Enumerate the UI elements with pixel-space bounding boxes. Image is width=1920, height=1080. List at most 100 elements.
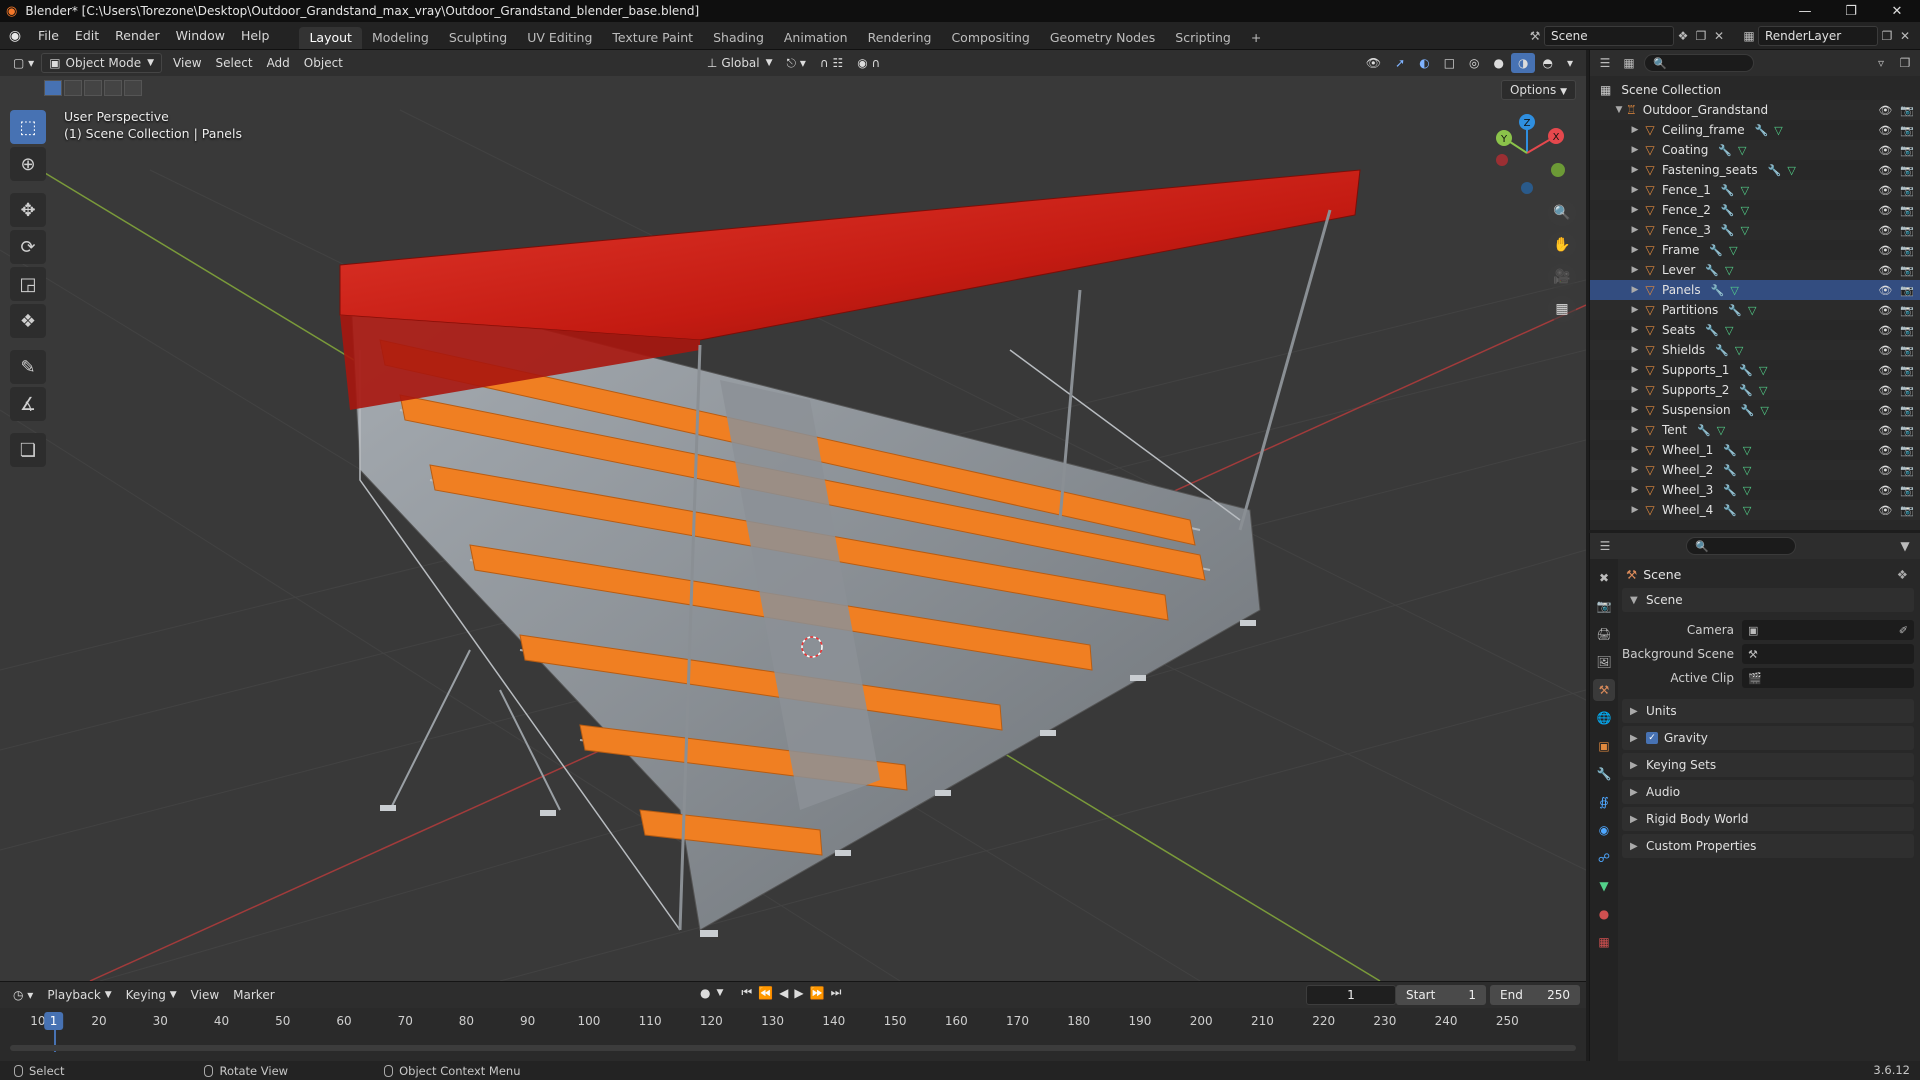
chevron-right-icon[interactable]: ▶ bbox=[1628, 405, 1642, 415]
gravity-checkbox[interactable]: ✓ bbox=[1646, 732, 1658, 744]
panel-custom-properties-header[interactable]: ▶ Custom Properties bbox=[1622, 834, 1914, 858]
camera-icon[interactable]: 📷 bbox=[1900, 304, 1914, 317]
camera-icon[interactable]: 📷 bbox=[1900, 464, 1914, 477]
modifier-wrench-icon[interactable]: 🔧 bbox=[1755, 124, 1769, 137]
menu-marker[interactable]: Marker bbox=[226, 985, 281, 1005]
editor-type-icon[interactable]: ☰ bbox=[1596, 537, 1614, 555]
tree-item-object[interactable]: ▶ ▽ Panels 🔧 ▽ 👁 📷 bbox=[1590, 280, 1920, 300]
transform-orientation-dropdown[interactable]: ⊥ Global ▼ bbox=[700, 53, 780, 73]
modifier-wrench-icon[interactable]: 🔧 bbox=[1697, 424, 1711, 437]
outliner-search-input[interactable]: 🔍 bbox=[1644, 54, 1754, 72]
minimize-button[interactable]: — bbox=[1782, 0, 1828, 22]
texture-tab-icon[interactable]: ▦ bbox=[1593, 931, 1615, 953]
proportional-edit-icon[interactable]: ◉ ∩ bbox=[850, 53, 887, 73]
scale-tool-icon[interactable]: ◲ bbox=[10, 267, 46, 301]
eye-icon[interactable]: 👁 bbox=[1878, 184, 1892, 197]
start-frame-field[interactable]: Start 1 bbox=[1396, 985, 1486, 1005]
background-scene-field[interactable]: ⚒ bbox=[1742, 644, 1914, 664]
panel-scene-header[interactable]: ▼ Scene bbox=[1622, 588, 1914, 612]
modifier-wrench-icon[interactable]: 🔧 bbox=[1768, 164, 1782, 177]
panel-units-header[interactable]: ▶ Units bbox=[1622, 699, 1914, 723]
pan-hand-icon[interactable]: ✋ bbox=[1548, 232, 1576, 258]
camera-icon[interactable]: 📷 bbox=[1900, 424, 1914, 437]
tree-item-object[interactable]: ▶ ▽ Wheel_2 🔧 ▽ 👁 📷 bbox=[1590, 460, 1920, 480]
select-invert-button[interactable] bbox=[104, 80, 122, 96]
modifier-wrench-icon[interactable]: 🔧 bbox=[1705, 264, 1719, 277]
mesh-data-icon[interactable]: ▽ bbox=[1760, 404, 1768, 417]
properties-search-input[interactable]: 🔍 bbox=[1686, 537, 1796, 555]
jump-start-icon[interactable]: ⏮ bbox=[741, 985, 752, 1000]
camera-icon[interactable]: 📷 bbox=[1900, 404, 1914, 417]
data-tab-icon[interactable]: ▼ bbox=[1593, 875, 1615, 897]
panel-keying-sets-header[interactable]: ▶ Keying Sets bbox=[1622, 753, 1914, 777]
editor-type-button[interactable]: ▢ ▾ bbox=[6, 53, 41, 73]
new-collection-icon[interactable]: ❐ bbox=[1896, 54, 1914, 72]
mesh-data-icon[interactable]: ▽ bbox=[1774, 124, 1782, 137]
tree-item-object[interactable]: ▶ ▽ Frame 🔧 ▽ 👁 📷 bbox=[1590, 240, 1920, 260]
camera-icon[interactable]: 📷 bbox=[1900, 344, 1914, 357]
eye-icon[interactable]: 👁 bbox=[1878, 104, 1892, 117]
add-workspace-button[interactable]: + bbox=[1241, 27, 1271, 49]
eye-icon[interactable]: 👁 bbox=[1878, 484, 1892, 497]
camera-field[interactable]: ▣ ✐ bbox=[1742, 620, 1914, 640]
camera-icon[interactable]: 📷 bbox=[1900, 504, 1914, 517]
eye-icon[interactable]: 👁 bbox=[1878, 284, 1892, 297]
ortho-grid-icon[interactable]: ▦ bbox=[1548, 296, 1576, 322]
display-mode-icon[interactable]: ▦ bbox=[1620, 54, 1638, 72]
world-tab-icon[interactable]: 🌐 bbox=[1593, 707, 1615, 729]
move-tool-icon[interactable]: ✥ bbox=[10, 193, 46, 227]
shading-options-icon[interactable]: ▾ bbox=[1560, 53, 1580, 73]
pin-icon[interactable]: ❖ bbox=[1897, 567, 1908, 582]
camera-icon[interactable]: 📷 bbox=[1900, 104, 1914, 117]
jump-end-icon[interactable]: ⏭ bbox=[831, 985, 842, 1000]
overlay-toggle-icon[interactable]: ◐ bbox=[1412, 53, 1436, 73]
tree-item-object[interactable]: ▶ ▽ Tent 🔧 ▽ 👁 📷 bbox=[1590, 420, 1920, 440]
shading-wireframe-icon[interactable]: ◎ bbox=[1462, 53, 1486, 73]
new-scene-icon[interactable]: ❐ bbox=[1692, 27, 1710, 45]
mesh-data-icon[interactable]: ▽ bbox=[1725, 264, 1733, 277]
tab-animation[interactable]: Animation bbox=[774, 27, 858, 49]
prev-keyframe-icon[interactable]: ⏪ bbox=[758, 986, 773, 1000]
tab-rendering[interactable]: Rendering bbox=[858, 27, 942, 49]
mesh-data-icon[interactable]: ▽ bbox=[1759, 364, 1767, 377]
chevron-right-icon[interactable]: ▶ bbox=[1628, 125, 1642, 135]
eye-icon[interactable]: 👁 bbox=[1878, 444, 1892, 457]
tree-item-object[interactable]: ▶ ▽ Fastening_seats 🔧 ▽ 👁 📷 bbox=[1590, 160, 1920, 180]
blender-menu-icon[interactable]: ◉ bbox=[0, 28, 30, 44]
tree-item-object[interactable]: ▶ ▽ Shields 🔧 ▽ 👁 📷 bbox=[1590, 340, 1920, 360]
chevron-right-icon[interactable]: ▶ bbox=[1628, 345, 1642, 355]
camera-icon[interactable]: 📷 bbox=[1900, 124, 1914, 137]
cursor-tool-icon[interactable]: ⊕ bbox=[10, 147, 46, 181]
select-intersect-button[interactable] bbox=[124, 80, 142, 96]
tree-item-scene-collection[interactable]: ▦ Scene Collection bbox=[1590, 80, 1920, 100]
chevron-right-icon[interactable]: ▶ bbox=[1628, 465, 1642, 475]
mesh-data-icon[interactable]: ▽ bbox=[1743, 444, 1751, 457]
mesh-data-icon[interactable]: ▽ bbox=[1743, 464, 1751, 477]
playhead-frame-label[interactable]: 1 bbox=[43, 1012, 64, 1030]
modifier-wrench-icon[interactable]: 🔧 bbox=[1739, 384, 1753, 397]
tree-item-object[interactable]: ▶ ▽ Lever 🔧 ▽ 👁 📷 bbox=[1590, 260, 1920, 280]
shading-solid-icon[interactable]: ● bbox=[1487, 53, 1511, 73]
scene-selector[interactable]: Scene bbox=[1544, 26, 1674, 46]
chevron-down-icon[interactable]: ▼ bbox=[1896, 537, 1914, 555]
camera-icon[interactable]: 📷 bbox=[1900, 244, 1914, 257]
modifier-wrench-icon[interactable]: 🔧 bbox=[1718, 144, 1732, 157]
visibility-icon[interactable]: 👁 bbox=[1359, 53, 1388, 73]
physics-tab-icon[interactable]: ◉ bbox=[1593, 819, 1615, 841]
eye-icon[interactable]: 👁 bbox=[1878, 344, 1892, 357]
mesh-data-icon[interactable]: ▽ bbox=[1743, 484, 1751, 497]
chevron-right-icon[interactable]: ▶ bbox=[1628, 285, 1642, 295]
tree-item-object[interactable]: ▶ ▽ Wheel_3 🔧 ▽ 👁 📷 bbox=[1590, 480, 1920, 500]
chevron-right-icon[interactable]: ▶ bbox=[1628, 325, 1642, 335]
eyedropper-icon[interactable]: ✐ bbox=[1899, 624, 1908, 637]
filter-icon[interactable]: ▿ bbox=[1872, 54, 1890, 72]
tab-geometry-nodes[interactable]: Geometry Nodes bbox=[1040, 27, 1165, 49]
modifier-wrench-icon[interactable]: 🔧 bbox=[1721, 224, 1735, 237]
tree-item-object[interactable]: ▶ ▽ Fence_3 🔧 ▽ 👁 📷 bbox=[1590, 220, 1920, 240]
tab-compositing[interactable]: Compositing bbox=[941, 27, 1039, 49]
modifier-wrench-icon[interactable]: 🔧 bbox=[1721, 184, 1735, 197]
tab-sculpting[interactable]: Sculpting bbox=[439, 27, 517, 49]
modifier-wrench-icon[interactable]: 🔧 bbox=[1711, 284, 1725, 297]
mesh-data-icon[interactable]: ▽ bbox=[1717, 424, 1725, 437]
modifier-wrench-icon[interactable]: 🔧 bbox=[1723, 464, 1737, 477]
